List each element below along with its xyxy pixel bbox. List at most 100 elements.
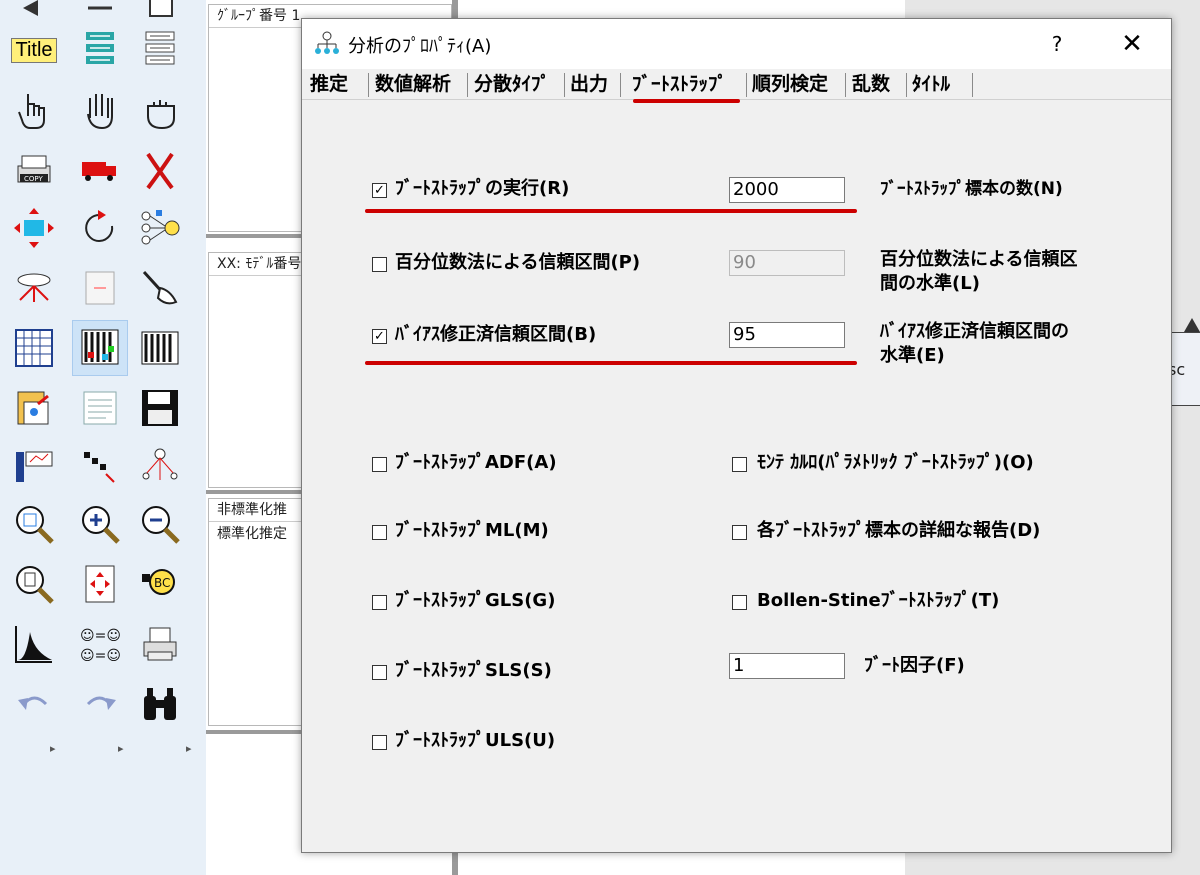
tab-separator — [906, 73, 907, 97]
object-properties-icon[interactable] — [72, 438, 128, 494]
tab-separator — [564, 73, 565, 97]
bias-corrected-level-label: ﾊﾞｲｱｽ修正済信頼区間の — [880, 321, 1069, 342]
monte-carlo-checkbox[interactable] — [732, 457, 747, 472]
active-tab-underline — [633, 99, 740, 103]
data-table-icon[interactable] — [6, 320, 62, 376]
bootstrap-uls-label[interactable]: ﾌﾞｰﾄｽﾄﾗｯﾌﾟULS(U) — [395, 728, 555, 754]
boot-factor-label: ﾌﾞｰﾄ因子(F) — [864, 655, 965, 676]
bias-corrected-level-label: 水準(E) — [880, 345, 945, 366]
highlight-underline — [365, 361, 857, 365]
rotate-icon[interactable] — [72, 200, 128, 256]
title-icon-text: Title — [11, 37, 57, 63]
percentile-level-label: 間の水準(L) — [880, 273, 980, 294]
move-icon[interactable] — [6, 200, 62, 256]
undo-icon[interactable] — [6, 676, 62, 732]
help-button[interactable]: ? — [1042, 29, 1072, 59]
data-list-icon[interactable] — [132, 22, 188, 78]
multiple-group-icon[interactable]: ☺=☺ ☺=☺ — [72, 616, 128, 672]
bootstrap-gls-label[interactable]: ﾌﾞｰﾄｽﾄﾗｯﾌﾟGLS(G) — [395, 588, 555, 614]
tab-separator — [620, 73, 621, 97]
path-arrowhead — [1184, 318, 1200, 332]
ellipse-indicators-icon[interactable] — [6, 260, 62, 316]
boot-factor-input[interactable]: 1 — [729, 653, 845, 679]
bollen-stine-checkbox[interactable] — [732, 595, 747, 610]
tab-output[interactable]: 出力 — [570, 69, 608, 99]
variable-list-icon[interactable] — [72, 22, 128, 78]
svg-text:☺=☺: ☺=☺ — [80, 628, 121, 644]
bootstrap-gls-checkbox[interactable] — [372, 595, 387, 610]
tab-separator — [845, 73, 846, 97]
svg-text:BC: BC — [154, 576, 170, 590]
point-hand-icon[interactable] — [6, 82, 62, 138]
percentile-level-input[interactable]: 90 — [729, 250, 845, 276]
clipboard-icon[interactable] — [6, 380, 62, 436]
redo-icon[interactable] — [72, 676, 128, 732]
copy-icon[interactable]: COPY — [6, 142, 62, 198]
degrees-of-freedom-icon[interactable] — [6, 438, 62, 494]
expand-arrow[interactable]: ▸ — [186, 742, 192, 755]
binoculars-icon[interactable] — [132, 676, 188, 732]
perform-bootstrap-checkbox[interactable]: ✓ — [372, 183, 387, 198]
detailed-report-checkbox[interactable] — [732, 525, 747, 540]
svg-text:☺=☺: ☺=☺ — [80, 648, 121, 664]
zoom-out-icon[interactable] — [132, 496, 188, 552]
tab-random[interactable]: 乱数 — [852, 69, 890, 99]
percentile-ci-label[interactable]: 百分位数法による信頼区間(P) — [395, 250, 640, 276]
dialog-titlebar[interactable]: 分析のﾌﾟﾛﾊﾟﾃｨ(A) ? ✕ — [302, 19, 1171, 69]
bootstrap-adf-label[interactable]: ﾌﾞｰﾄｽﾄﾗｯﾌﾟADF(A) — [395, 450, 557, 476]
vertical-splitter[interactable] — [452, 853, 458, 875]
bias-corrected-level-input[interactable]: 95 — [729, 322, 845, 348]
reflect-indicators-icon[interactable] — [132, 200, 188, 256]
tab-permutations[interactable]: 順列検定 — [752, 69, 828, 99]
tab-separator — [746, 73, 747, 97]
bootstrap-samples-input[interactable]: 2000 — [729, 177, 845, 203]
analysis-properties-dialog: 分析のﾌﾟﾛﾊﾟﾃｨ(A) ? ✕ 推定 数値解析 分散ﾀｲﾌﾟ 出力 ﾌﾞｰﾄ… — [301, 18, 1172, 853]
tab-title[interactable]: ﾀｲﾄﾙ — [912, 69, 950, 99]
title-icon[interactable]: Title — [6, 22, 62, 78]
drag-properties-icon[interactable] — [132, 438, 188, 494]
bootstrap-ml-checkbox[interactable] — [372, 525, 387, 540]
percentile-ci-checkbox[interactable] — [372, 257, 387, 272]
loupe-bc-icon[interactable]: BC — [132, 556, 188, 612]
bootstrap-sls-checkbox[interactable] — [372, 665, 387, 680]
scroll-icon[interactable] — [72, 260, 128, 316]
bootstrap-uls-checkbox[interactable] — [372, 735, 387, 750]
tab-bootstrap[interactable]: ﾌﾞｰﾄｽﾄﾗｯﾌﾟ — [632, 69, 727, 99]
distribution-icon[interactable] — [6, 616, 62, 672]
highlight-underline — [365, 209, 857, 213]
zoom-page-icon[interactable] — [6, 556, 62, 612]
printer-icon[interactable] — [132, 616, 188, 672]
zoom-in-icon[interactable] — [72, 496, 128, 552]
calculate-estimates-icon[interactable] — [132, 320, 188, 376]
expand-arrow[interactable]: ▸ — [50, 742, 56, 755]
percentile-level-label: 百分位数法による信頼区 — [880, 249, 1078, 270]
analysis-properties-icon — [314, 31, 340, 57]
grab-hand-icon[interactable] — [132, 82, 188, 138]
bootstrap-ml-label[interactable]: ﾌﾞｰﾄｽﾄﾗｯﾌﾟML(M) — [395, 518, 549, 544]
bootstrap-sls-label[interactable]: ﾌﾞｰﾄｽﾄﾗｯﾌﾟSLS(S) — [395, 658, 552, 684]
tab-numerical[interactable]: 数値解析 — [375, 69, 451, 99]
tab-variance-type[interactable]: 分散ﾀｲﾌﾟ — [474, 69, 550, 99]
text-output-icon[interactable] — [72, 380, 128, 436]
bias-corrected-ci-label[interactable]: ﾊﾞｲｱｽ修正済信頼区間(B) — [395, 322, 596, 348]
truck-icon[interactable] — [72, 142, 128, 198]
tab-estimation[interactable]: 推定 — [310, 69, 348, 99]
tab-separator — [972, 73, 973, 97]
analysis-properties-icon[interactable] — [72, 320, 128, 376]
bollen-stine-label[interactable]: Bollen-Stineﾌﾞｰﾄｽﾄﾗｯﾌﾟ(T) — [757, 588, 999, 614]
detailed-report-label[interactable]: 各ﾌﾞｰﾄｽﾄﾗｯﾌﾟ標本の詳細な報告(D) — [757, 518, 1040, 544]
zoom-select-icon[interactable] — [6, 496, 62, 552]
close-button[interactable]: ✕ — [1114, 27, 1150, 61]
save-disk-icon[interactable] — [132, 380, 188, 436]
magic-wand-icon[interactable] — [132, 260, 188, 316]
tab-separator — [467, 73, 468, 97]
resize-page-icon[interactable] — [72, 556, 128, 612]
delete-x-icon[interactable] — [132, 142, 188, 198]
monte-carlo-label[interactable]: ﾓﾝﾃ ｶﾙﾛ(ﾊﾟﾗﾒﾄﾘｯｸ ﾌﾞｰﾄｽﾄﾗｯﾌﾟ)(O) — [757, 450, 1034, 476]
perform-bootstrap-label[interactable]: ﾌﾞｰﾄｽﾄﾗｯﾌﾟの実行(R) — [395, 176, 569, 202]
expand-arrow[interactable]: ▸ — [118, 742, 124, 755]
bootstrap-adf-checkbox[interactable] — [372, 457, 387, 472]
bias-corrected-ci-checkbox[interactable]: ✓ — [372, 329, 387, 344]
dialog-title: 分析のﾌﾟﾛﾊﾟﾃｨ(A) — [348, 36, 492, 57]
open-hand-icon[interactable] — [72, 82, 128, 138]
